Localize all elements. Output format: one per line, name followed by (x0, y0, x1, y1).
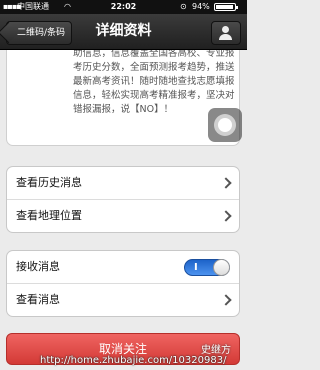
receive-messages-label: 接收消息 (16, 260, 60, 273)
account-intro-card: 助信息，信息覆盖全国各高校、专业报考历史分数，全面预测报考趋势，推送最新高考资讯… (6, 50, 240, 146)
profile-button[interactable] (211, 21, 241, 45)
history-location-group: 查看历史消息 查看地理位置 (6, 166, 240, 233)
view-history-row[interactable]: 查看历史消息 (7, 167, 239, 199)
view-messages-row[interactable]: 查看消息 (7, 283, 239, 316)
navigation-bar: 详细资料 二维码/条码 (0, 14, 247, 50)
person-icon (222, 26, 229, 33)
chevron-right-icon (220, 210, 232, 222)
battery-icon (214, 3, 238, 11)
chevron-right-icon (220, 294, 232, 306)
toggle-on-glyph: I (194, 262, 198, 273)
view-location-label: 查看地理位置 (16, 209, 82, 222)
watermark-url: http://home.zhubajie.com/10320983/ (40, 355, 227, 366)
view-history-label: 查看历史消息 (16, 176, 82, 189)
assistive-touch-icon (218, 118, 232, 132)
toggle-knob (213, 259, 230, 276)
watermark-name: 史继方 (201, 345, 231, 356)
lock-icon: ⊙ (180, 2, 187, 11)
chevron-right-icon (220, 177, 232, 189)
battery-percent: 94% (192, 2, 210, 11)
back-button[interactable]: 二维码/条码 (0, 21, 73, 45)
assistive-touch-button[interactable] (208, 108, 242, 142)
view-messages-label: 查看消息 (16, 293, 60, 306)
receive-messages-row: 接收消息 I (7, 251, 239, 283)
message-settings-group: 接收消息 I 查看消息 (6, 250, 240, 317)
status-bar: ▪▪▪▪ 中国联通 ◠ 22:02 ⊙ 94% (0, 0, 247, 14)
account-intro-text: 助信息，信息覆盖全国各高校、专业报考历史分数，全面预测报考趋势，推送最新高考资讯… (73, 50, 235, 115)
receive-messages-toggle[interactable]: I (184, 259, 230, 276)
back-button-label: 二维码/条码 (17, 28, 66, 38)
view-location-row[interactable]: 查看地理位置 (7, 199, 239, 232)
